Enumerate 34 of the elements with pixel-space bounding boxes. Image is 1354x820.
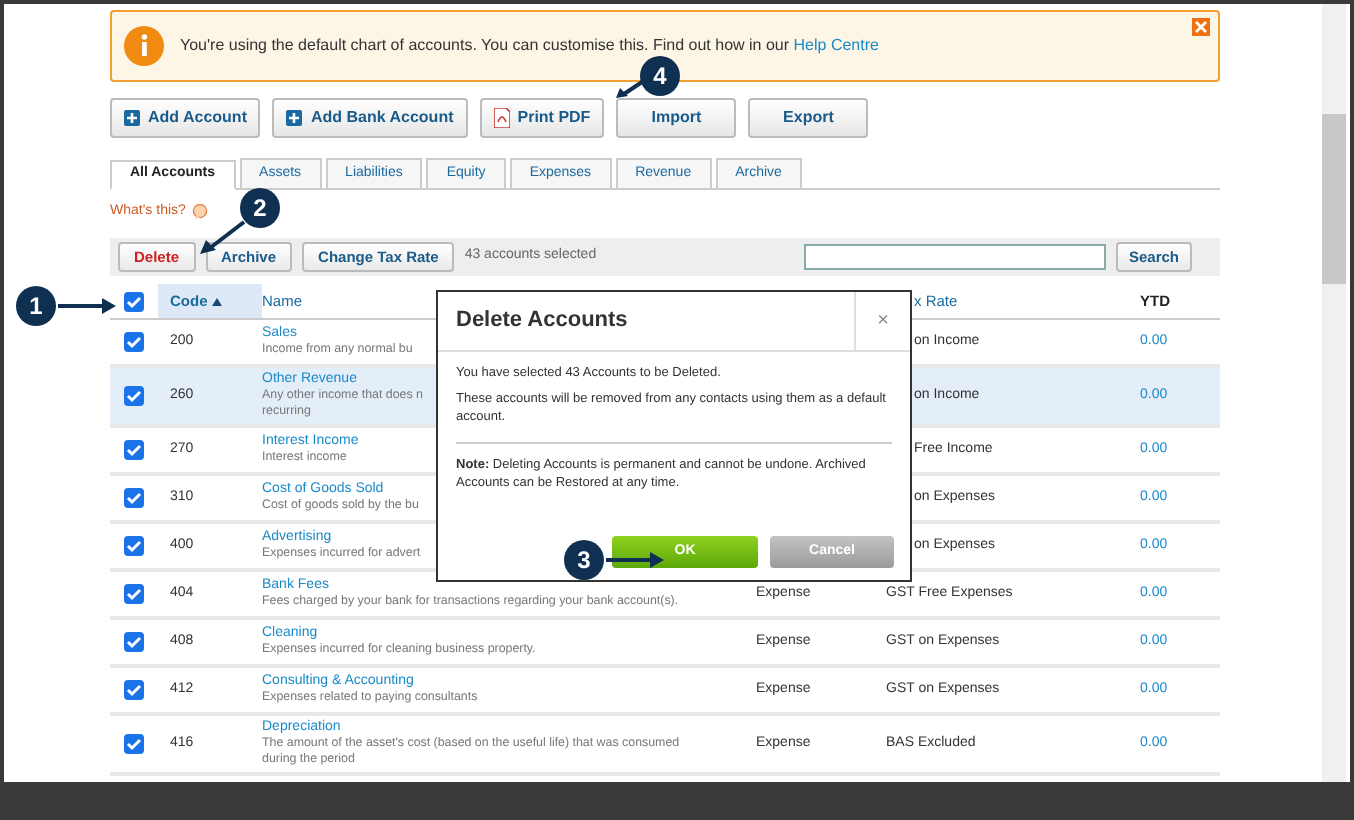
toolbar-button[interactable]: Add Bank Account	[272, 98, 468, 138]
toolbar-button[interactable]: Print PDF	[479, 98, 605, 138]
checkbox[interactable]	[124, 536, 144, 556]
banner-message: You're using the default chart of accounts. You can customise this. Find out how in our Help Centre	[180, 34, 879, 58]
checkbox[interactable]	[124, 440, 144, 460]
checkbox[interactable]	[124, 291, 144, 311]
toolbar-button[interactable]: Add Account	[110, 98, 261, 138]
dialog-title: Delete Accounts	[454, 306, 630, 337]
arrow-icon	[58, 296, 118, 316]
speech-bubble-icon	[191, 204, 208, 220]
plus-icon	[124, 110, 140, 126]
scrollbar[interactable]	[1322, 4, 1346, 782]
close-button[interactable]: ×	[854, 292, 910, 350]
step-marker: 1	[16, 286, 56, 326]
document-icon	[493, 108, 510, 128]
search-field[interactable]	[804, 244, 1106, 270]
toolbar-button[interactable]: Import	[616, 98, 737, 138]
checkbox[interactable]	[124, 332, 144, 352]
help-centre-link[interactable]: Help Centre	[793, 36, 879, 54]
checkbox[interactable]	[124, 386, 144, 406]
info-icon	[124, 26, 164, 66]
arrow-icon	[606, 550, 664, 570]
step-marker: 2	[240, 188, 280, 228]
close-icon[interactable]	[1192, 18, 1210, 36]
toolbar-button[interactable]: Export	[748, 98, 869, 138]
checkbox[interactable]	[124, 680, 144, 700]
arrow-icon	[616, 80, 644, 100]
checkbox[interactable]	[124, 488, 144, 508]
plus-icon	[286, 110, 303, 126]
step-marker: 4	[640, 56, 680, 96]
checkbox[interactable]	[124, 584, 144, 604]
sort-up-icon	[211, 297, 222, 305]
checkbox[interactable]	[124, 632, 144, 652]
checkbox[interactable]	[124, 734, 144, 754]
